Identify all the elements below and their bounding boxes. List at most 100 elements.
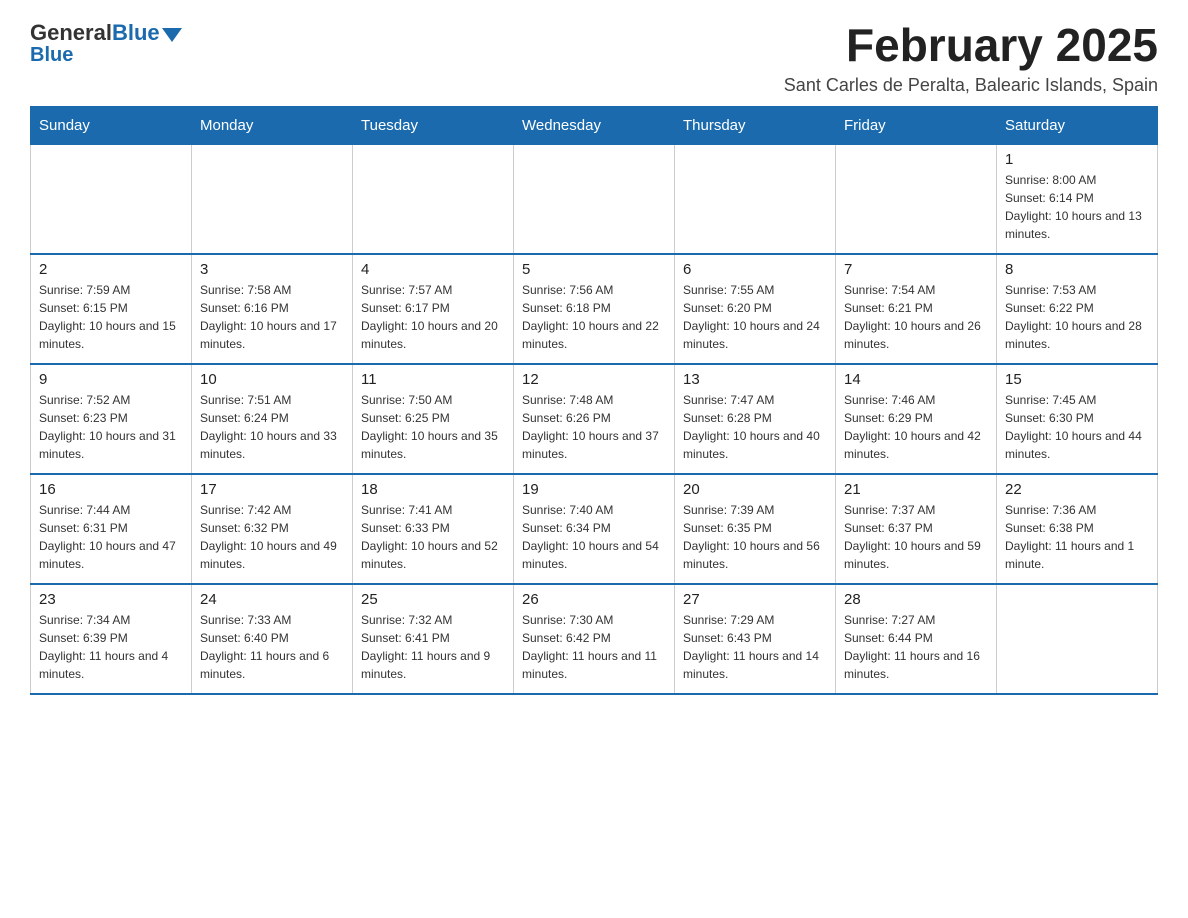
day-number: 4 [361, 261, 505, 278]
calendar-cell: 18Sunrise: 7:41 AM Sunset: 6:33 PM Dayli… [353, 474, 514, 584]
day-info: Sunrise: 7:48 AM Sunset: 6:26 PM Dayligh… [522, 391, 666, 463]
calendar-cell [514, 144, 675, 254]
calendar-cell: 19 Sunrise: 7:40 AM Sunset: 6:34 PM Dayli… [514, 474, 675, 584]
day-number: 8 [1005, 261, 1149, 278]
day-info: Sunrise: 7:32 AM Sunset: 6:41 PM Dayligh… [361, 611, 505, 683]
calendar-cell: 24 Sunrise: 7:33 AM Sunset: 6:40 PM Dayli… [192, 584, 353, 694]
weekday-header-row: SundayMondayTuesdayWednesdayThursdayFrid… [31, 106, 1158, 144]
calendar-cell: 11 Sunrise: 7:50 AM Sunset: 6:25 PM Dayli… [353, 364, 514, 474]
calendar-cell: 22 Sunrise: 7:36 AM Sunset: 6:38 PM Dayli… [997, 474, 1158, 584]
day-info: Sunrise: 7:55 AM Sunset: 6:20 PM Dayligh… [683, 281, 827, 353]
day-number: 12 [522, 371, 666, 388]
day-info: Sunrise: 7:40 AM Sunset: 6:34 PM Dayligh… [522, 501, 666, 573]
day-info: Sunrise: 7:54 AM Sunset: 6:21 PM Dayligh… [844, 281, 988, 353]
day-number: 7 [844, 261, 988, 278]
calendar-cell: 16Sunrise: 7:44 AM Sunset: 6:31 PM Dayli… [31, 474, 192, 584]
day-number: 15 [1005, 371, 1149, 388]
calendar-cell: 26 Sunrise: 7:30 AM Sunset: 6:42 PM Dayli… [514, 584, 675, 694]
calendar-cell: 1Sunrise: 8:00 AM Sunset: 6:14 PM Daylig… [997, 144, 1158, 254]
day-info: Sunrise: 7:59 AM Sunset: 6:15 PM Dayligh… [39, 281, 183, 353]
weekday-header-tuesday: Tuesday [353, 106, 514, 144]
day-info: Sunrise: 7:57 AM Sunset: 6:17 PM Dayligh… [361, 281, 505, 353]
calendar-week-row: 16Sunrise: 7:44 AM Sunset: 6:31 PM Dayli… [31, 474, 1158, 584]
calendar-cell [353, 144, 514, 254]
calendar-cell [31, 144, 192, 254]
calendar-cell: 20 Sunrise: 7:39 AM Sunset: 6:35 PM Dayli… [675, 474, 836, 584]
calendar-cell [997, 584, 1158, 694]
day-number: 20 [683, 481, 827, 498]
day-number: 21 [844, 481, 988, 498]
calendar-cell: 2 Sunrise: 7:59 AM Sunset: 6:15 PM Daylig… [31, 254, 192, 364]
logo-sub: Blue [30, 44, 73, 67]
day-number: 19 [522, 481, 666, 498]
day-info: Sunrise: 7:45 AM Sunset: 6:30 PM Dayligh… [1005, 391, 1149, 463]
location-title: Sant Carles de Peralta, Balearic Islands… [784, 75, 1158, 96]
calendar-cell: 21 Sunrise: 7:37 AM Sunset: 6:37 PM Dayli… [836, 474, 997, 584]
calendar-cell: 14 Sunrise: 7:46 AM Sunset: 6:29 PM Dayli… [836, 364, 997, 474]
calendar-week-row: 1Sunrise: 8:00 AM Sunset: 6:14 PM Daylig… [31, 144, 1158, 254]
calendar-cell: 6 Sunrise: 7:55 AM Sunset: 6:20 PM Daylig… [675, 254, 836, 364]
day-info: Sunrise: 7:37 AM Sunset: 6:37 PM Dayligh… [844, 501, 988, 573]
logo-arrow-icon [162, 28, 182, 42]
calendar-cell: 10 Sunrise: 7:51 AM Sunset: 6:24 PM Dayli… [192, 364, 353, 474]
weekday-header-saturday: Saturday [997, 106, 1158, 144]
day-info: Sunrise: 7:30 AM Sunset: 6:42 PM Dayligh… [522, 611, 666, 683]
logo: GeneralBlue Blue [30, 20, 182, 67]
day-info: Sunrise: 7:46 AM Sunset: 6:29 PM Dayligh… [844, 391, 988, 463]
calendar-week-row: 23 Sunrise: 7:34 AM Sunset: 6:39 PM Dayli… [31, 584, 1158, 694]
weekday-header-monday: Monday [192, 106, 353, 144]
page-header: GeneralBlue Blue February 2025 Sant Carl… [30, 20, 1158, 96]
day-number: 17 [200, 481, 344, 498]
day-number: 13 [683, 371, 827, 388]
day-info: Sunrise: 7:29 AM Sunset: 6:43 PM Dayligh… [683, 611, 827, 683]
month-title: February 2025 [784, 20, 1158, 71]
calendar-cell: 15 Sunrise: 7:45 AM Sunset: 6:30 PM Dayli… [997, 364, 1158, 474]
day-info: Sunrise: 7:39 AM Sunset: 6:35 PM Dayligh… [683, 501, 827, 573]
weekday-header-friday: Friday [836, 106, 997, 144]
calendar-cell: 25 Sunrise: 7:32 AM Sunset: 6:41 PM Dayli… [353, 584, 514, 694]
day-number: 6 [683, 261, 827, 278]
calendar-cell: 7 Sunrise: 7:54 AM Sunset: 6:21 PM Daylig… [836, 254, 997, 364]
calendar-cell: 8 Sunrise: 7:53 AM Sunset: 6:22 PM Daylig… [997, 254, 1158, 364]
day-number: 28 [844, 591, 988, 608]
day-info: Sunrise: 7:50 AM Sunset: 6:25 PM Dayligh… [361, 391, 505, 463]
day-info: Sunrise: 7:33 AM Sunset: 6:40 PM Dayligh… [200, 611, 344, 683]
calendar-cell: 23 Sunrise: 7:34 AM Sunset: 6:39 PM Dayli… [31, 584, 192, 694]
calendar-cell [836, 144, 997, 254]
day-number: 3 [200, 261, 344, 278]
weekday-header-sunday: Sunday [31, 106, 192, 144]
calendar-cell: 5Sunrise: 7:56 AM Sunset: 6:18 PM Daylig… [514, 254, 675, 364]
day-number: 2 [39, 261, 183, 278]
weekday-header-wednesday: Wednesday [514, 106, 675, 144]
calendar-cell: 9 Sunrise: 7:52 AM Sunset: 6:23 PM Daylig… [31, 364, 192, 474]
day-number: 23 [39, 591, 183, 608]
calendar-cell: 3Sunrise: 7:58 AM Sunset: 6:16 PM Daylig… [192, 254, 353, 364]
logo-general: General [30, 20, 112, 46]
day-info: Sunrise: 7:52 AM Sunset: 6:23 PM Dayligh… [39, 391, 183, 463]
logo-text: GeneralBlue [30, 20, 182, 46]
day-number: 27 [683, 591, 827, 608]
day-number: 9 [39, 371, 183, 388]
day-number: 26 [522, 591, 666, 608]
calendar-cell: 27 Sunrise: 7:29 AM Sunset: 6:43 PM Dayli… [675, 584, 836, 694]
day-number: 11 [361, 371, 505, 388]
day-number: 22 [1005, 481, 1149, 498]
calendar-cell: 28Sunrise: 7:27 AM Sunset: 6:44 PM Dayli… [836, 584, 997, 694]
day-info: Sunrise: 7:53 AM Sunset: 6:22 PM Dayligh… [1005, 281, 1149, 353]
day-info: Sunrise: 7:51 AM Sunset: 6:24 PM Dayligh… [200, 391, 344, 463]
day-info: Sunrise: 7:42 AM Sunset: 6:32 PM Dayligh… [200, 501, 344, 573]
day-number: 16 [39, 481, 183, 498]
calendar-table: SundayMondayTuesdayWednesdayThursdayFrid… [30, 106, 1158, 696]
day-info: Sunrise: 8:00 AM Sunset: 6:14 PM Dayligh… [1005, 171, 1149, 243]
calendar-cell: 12 Sunrise: 7:48 AM Sunset: 6:26 PM Dayli… [514, 364, 675, 474]
day-info: Sunrise: 7:47 AM Sunset: 6:28 PM Dayligh… [683, 391, 827, 463]
day-info: Sunrise: 7:41 AM Sunset: 6:33 PM Dayligh… [361, 501, 505, 573]
calendar-week-row: 2 Sunrise: 7:59 AM Sunset: 6:15 PM Daylig… [31, 254, 1158, 364]
day-number: 24 [200, 591, 344, 608]
day-number: 25 [361, 591, 505, 608]
day-info: Sunrise: 7:34 AM Sunset: 6:39 PM Dayligh… [39, 611, 183, 683]
logo-blue-text: Blue [112, 20, 160, 46]
day-number: 10 [200, 371, 344, 388]
day-number: 14 [844, 371, 988, 388]
day-info: Sunrise: 7:36 AM Sunset: 6:38 PM Dayligh… [1005, 501, 1149, 573]
